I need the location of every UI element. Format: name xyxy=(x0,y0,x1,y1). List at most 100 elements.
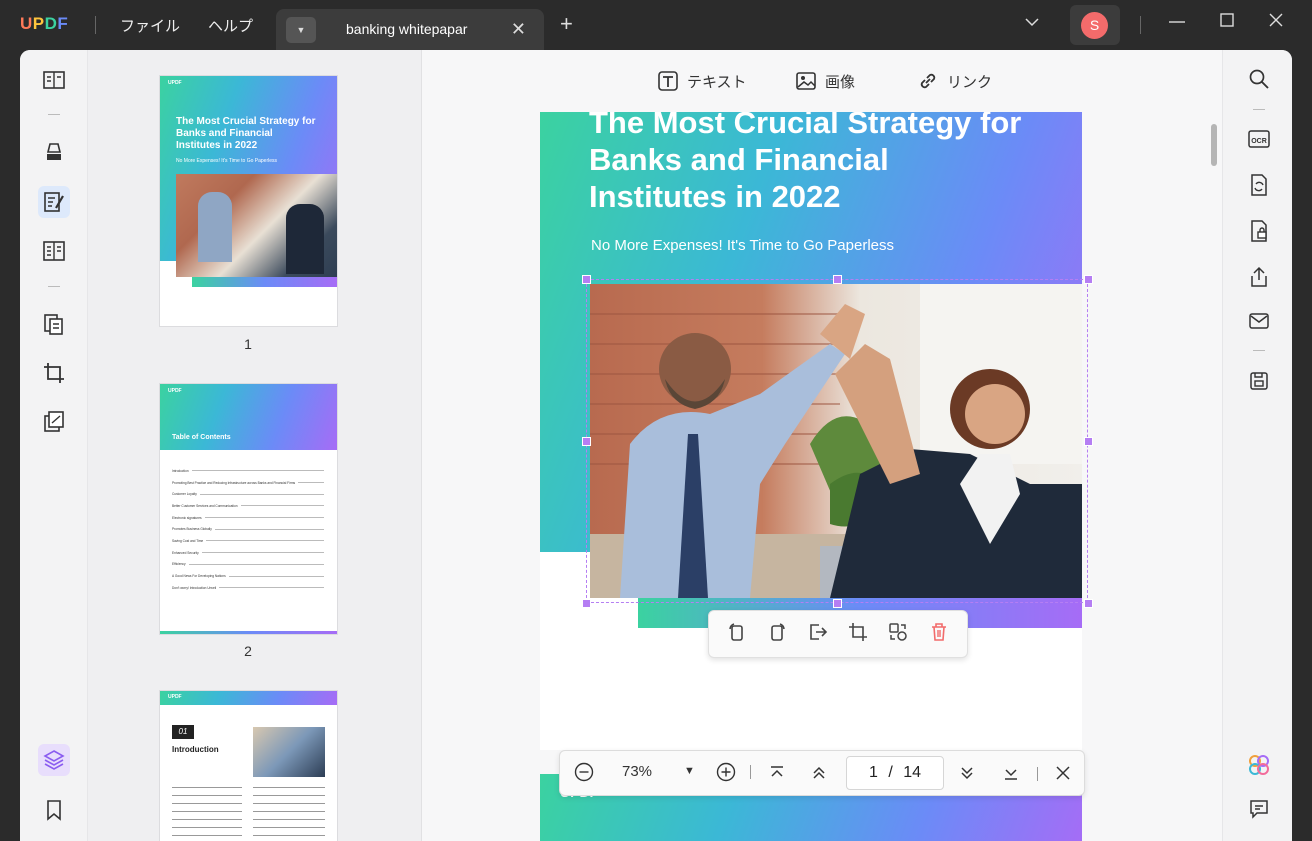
email-icon[interactable] xyxy=(1246,308,1272,334)
highlight-icon[interactable] xyxy=(38,136,70,168)
image-icon xyxy=(796,72,816,90)
add-tab-icon[interactable]: + xyxy=(560,13,573,35)
thumb-photo xyxy=(176,174,337,277)
reader-icon[interactable] xyxy=(38,65,70,97)
resize-handle[interactable] xyxy=(582,599,591,608)
form-icon[interactable] xyxy=(38,235,70,267)
resize-handle[interactable] xyxy=(833,275,842,284)
edit-link-button[interactable]: リンク xyxy=(917,70,992,92)
left-toolbar xyxy=(20,50,88,841)
zoom-dropdown-icon[interactable]: ▼ xyxy=(684,765,695,777)
total-pages: 14 xyxy=(903,764,922,781)
delete-icon[interactable] xyxy=(928,621,950,648)
page-subtitle[interactable]: No More Expenses! It's Time to Go Paperl… xyxy=(591,237,894,254)
zoom-out-icon[interactable] xyxy=(574,762,594,786)
menu-file[interactable]: ファイル xyxy=(120,15,180,36)
chevron-down-icon[interactable] xyxy=(1024,14,1040,35)
image-tool-label: 画像 xyxy=(825,73,856,91)
divider xyxy=(48,286,60,287)
maximize-icon[interactable] xyxy=(1219,12,1235,33)
convert-icon[interactable] xyxy=(1246,172,1272,198)
toc-entry: Electronic signatures xyxy=(172,512,327,524)
tab-title: banking whitepapar xyxy=(346,21,468,37)
bookmark-icon[interactable] xyxy=(38,794,70,826)
tab-close-icon[interactable]: ✕ xyxy=(511,19,526,40)
toc-entry: Don't worry! Introduction Unveil xyxy=(172,582,327,594)
crop-icon[interactable] xyxy=(38,357,70,389)
ocr-icon[interactable]: OCR xyxy=(1246,126,1272,152)
thumb-title: The Most Crucial Strategy for Banks and … xyxy=(176,116,316,151)
toc-entry: Efficiency xyxy=(172,559,327,571)
thumbnail-number: 1 xyxy=(244,336,252,352)
replace-icon[interactable] xyxy=(887,621,909,648)
extract-icon[interactable] xyxy=(807,621,829,648)
edit-pdf-icon[interactable] xyxy=(38,186,70,218)
toc-entry: Better Customer Services and Communicati… xyxy=(172,500,327,512)
protect-icon[interactable] xyxy=(1246,218,1272,244)
zoom-value[interactable]: 73% xyxy=(622,763,652,780)
rotate-right-icon[interactable] xyxy=(766,621,788,648)
thumb-section-title: Introduction xyxy=(172,745,219,754)
divider xyxy=(48,114,60,115)
layers-icon[interactable] xyxy=(38,744,70,776)
text-icon xyxy=(658,71,678,91)
toc-entry: Promoting Best Practice and Reducing Inf… xyxy=(172,477,327,489)
close-zoom-bar-icon[interactable] xyxy=(1054,764,1072,786)
thumbnail-page-2[interactable]: UPDF Table of Contents Introduction Promo… xyxy=(160,384,337,634)
previous-page-icon[interactable] xyxy=(810,764,828,786)
document-viewer: テキスト 画像 リンク The Most Crucial Strategy fo… xyxy=(422,50,1222,841)
avatar: S xyxy=(1081,12,1108,39)
resize-handle[interactable] xyxy=(582,437,591,446)
comment-icon[interactable] xyxy=(1246,796,1272,822)
divider xyxy=(1253,350,1265,351)
resize-handle[interactable] xyxy=(833,599,842,608)
thumb-logo: UPDF xyxy=(168,80,182,86)
tab-dropdown-icon[interactable]: ▼ xyxy=(286,17,316,43)
watermark-icon[interactable] xyxy=(38,406,70,438)
organize-pages-icon[interactable] xyxy=(38,308,70,340)
thumbnail-page-1[interactable]: UPDF The Most Crucial Strategy for Banks… xyxy=(160,76,337,326)
menu-help[interactable]: ヘルプ xyxy=(208,15,253,36)
thumb-toc-list: Introduction Promoting Best Practice and … xyxy=(172,465,327,594)
main-window: UPDF The Most Crucial Strategy for Banks… xyxy=(20,50,1292,841)
divider xyxy=(95,16,96,34)
edit-image-button[interactable]: 画像 xyxy=(795,70,855,92)
resize-handle[interactable] xyxy=(1084,275,1093,284)
resize-handle[interactable] xyxy=(1084,437,1093,446)
close-window-icon[interactable] xyxy=(1268,12,1284,33)
current-page: 1 xyxy=(868,764,878,781)
edit-text-button[interactable]: テキスト xyxy=(657,70,747,92)
thumb-toc-title: Table of Contents xyxy=(172,434,231,441)
app-logo: UPDF xyxy=(20,14,69,33)
zoom-bar: 73% ▼ 1 / 14 xyxy=(559,750,1085,796)
right-toolbar: OCR xyxy=(1222,50,1292,841)
toc-entry: Saving Cost and Time xyxy=(172,535,327,547)
rotate-left-icon[interactable] xyxy=(726,621,748,648)
crop-image-icon[interactable] xyxy=(847,621,869,648)
page-number-field[interactable]: 1 / 14 xyxy=(846,756,944,790)
next-page-icon[interactable] xyxy=(958,764,976,786)
zoom-in-icon[interactable] xyxy=(716,762,736,786)
thumbnail-panel: UPDF The Most Crucial Strategy for Banks… xyxy=(88,50,422,841)
document-tab[interactable]: ▼ banking whitepapar ✕ xyxy=(276,9,544,50)
save-icon[interactable] xyxy=(1246,368,1272,394)
ocr-label: OCR xyxy=(1251,138,1267,145)
last-page-icon[interactable] xyxy=(1002,764,1020,786)
page-title[interactable]: The Most Crucial Strategy for Banks and … xyxy=(589,112,1029,215)
thumbnail-page-3[interactable]: UPDF 01 Introduction xyxy=(160,691,337,841)
toc-entry: Enhanced Security xyxy=(172,547,327,559)
account-button[interactable]: S xyxy=(1070,5,1120,45)
divider xyxy=(1253,109,1265,110)
thumb-subtitle: No More Expenses! It's Time to Go Paperl… xyxy=(176,158,277,164)
vertical-scrollbar[interactable] xyxy=(1211,124,1217,166)
share-icon[interactable] xyxy=(1246,264,1272,290)
toc-entry: Customer Loyalty xyxy=(172,488,327,500)
thumb-logo: UPDF xyxy=(168,388,182,394)
search-icon[interactable] xyxy=(1246,66,1272,92)
resize-handle[interactable] xyxy=(582,275,591,284)
minimize-icon[interactable] xyxy=(1168,12,1186,35)
ai-assistant-icon[interactable] xyxy=(1246,752,1272,778)
image-selection-frame[interactable] xyxy=(586,279,1088,603)
first-page-icon[interactable] xyxy=(768,764,786,786)
resize-handle[interactable] xyxy=(1084,599,1093,608)
